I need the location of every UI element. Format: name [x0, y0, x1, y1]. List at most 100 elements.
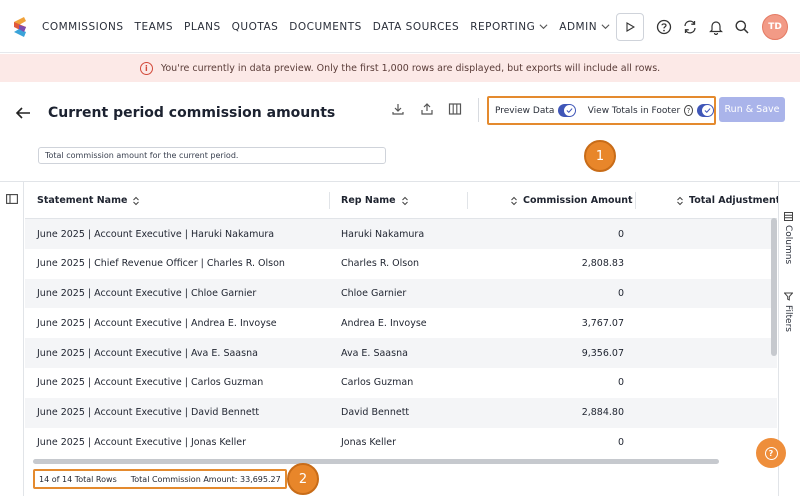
user-avatar[interactable]: TD: [762, 14, 788, 40]
nav-reporting[interactable]: REPORTING: [470, 21, 548, 33]
info-icon: i: [139, 61, 153, 75]
horizontal-scrollbar[interactable]: [33, 459, 719, 464]
data-grid: Statement Name Rep Name Commission Amoun…: [0, 181, 800, 496]
table-footer-totals: 14 of 14 Total Rows Total Commission Amo…: [33, 469, 287, 489]
sort-icon[interactable]: [132, 196, 140, 206]
back-arrow-icon[interactable]: [14, 104, 32, 122]
cell-rep-name: Jonas Keller: [341, 437, 397, 449]
cell-statement-name: June 2025 | Account Executive | David Be…: [37, 407, 260, 419]
app-logo-icon[interactable]: [10, 14, 30, 40]
callout-badge-2: 2: [287, 463, 319, 495]
help-fab-button[interactable]: ?: [756, 438, 786, 468]
column-label: Total Adjustment: [689, 195, 781, 206]
column-label: Statement Name: [37, 195, 128, 206]
column-header-statement-name[interactable]: Statement Name: [37, 182, 145, 219]
sort-icon[interactable]: [510, 196, 518, 206]
toggle-check-icon: [702, 105, 713, 116]
cell-commission-amount: 0: [617, 228, 624, 240]
view-totals-toggle[interactable]: [696, 104, 714, 117]
download-icon[interactable]: [391, 102, 405, 116]
banner-text: You're currently in data preview. Only t…: [160, 62, 661, 74]
table-row[interactable]: June 2025 | Account Executive | Jonas Ke…: [25, 428, 777, 458]
nav-teams[interactable]: TEAMS: [135, 21, 173, 33]
toggle-check-icon: [563, 105, 575, 116]
left-panel-rail: [0, 182, 24, 496]
column-label: Rep Name: [341, 195, 396, 206]
search-icon: [735, 20, 749, 34]
search-button[interactable]: [732, 17, 752, 37]
cell-statement-name: June 2025 | Account Executive | Haruki N…: [37, 228, 275, 240]
cell-commission-amount: 9,356.07: [581, 347, 624, 359]
cell-commission-amount: 0: [617, 377, 624, 389]
cell-rep-name: Chloe Garnier: [341, 288, 407, 300]
table-row[interactable]: June 2025 | Account Executive | Ava E. S…: [25, 338, 777, 368]
cell-commission-amount: 2,884.80: [581, 407, 624, 419]
cell-rep-name: Ava E. Saasna: [341, 347, 408, 359]
cell-commission-amount: 2,808.83: [581, 258, 624, 270]
sort-icon[interactable]: [676, 196, 684, 206]
total-commission-amount: Total Commission Amount: 33,695.27: [130, 474, 281, 484]
table-header: Statement Name Rep Name Commission Amoun…: [25, 182, 780, 219]
cell-rep-name: Andrea E. Invoyse: [341, 317, 427, 329]
columns-tab[interactable]: Columns: [783, 212, 793, 264]
callout-badge-1: 1: [584, 140, 616, 172]
filters-tab-label: Filters: [783, 305, 793, 332]
table-row[interactable]: June 2025 | Account Executive | Haruki N…: [25, 219, 777, 249]
table-row[interactable]: June 2025 | Account Executive | David Be…: [25, 397, 777, 428]
nav-quotas[interactable]: QUOTAS: [232, 21, 279, 33]
column-divider[interactable]: [467, 192, 468, 209]
nav-plans[interactable]: PLANS: [184, 21, 221, 33]
column-divider[interactable]: [329, 192, 330, 209]
help-circle-icon: [656, 19, 672, 35]
cell-statement-name: June 2025 | Account Executive | Carlos G…: [37, 377, 264, 389]
cell-commission-amount: 0: [617, 437, 624, 449]
cell-rep-name: David Bennett: [341, 407, 410, 419]
vertical-scrollbar[interactable]: [771, 218, 777, 356]
toolbar-divider: [478, 98, 479, 122]
nav-commissions[interactable]: COMMISSIONS: [42, 21, 124, 33]
table-row[interactable]: June 2025 | Account Executive | Andrea E…: [25, 308, 777, 338]
row-count: 14 of 14 Total Rows: [39, 474, 117, 484]
run-play-button[interactable]: [616, 13, 644, 41]
columns-tab-label: Columns: [783, 225, 793, 265]
table-row[interactable]: June 2025 | Account Executive | Carlos G…: [25, 368, 777, 398]
run-and-save-button[interactable]: Run & Save: [719, 97, 785, 122]
cell-commission-amount: 0: [617, 288, 624, 300]
columns-layout-icon[interactable]: [448, 102, 462, 116]
nav-admin[interactable]: ADMIN: [559, 21, 610, 33]
nav-documents[interactable]: DOCUMENTS: [289, 21, 362, 33]
top-nav: COMMISSIONS TEAMS PLANS QUOTAS DOCUMENTS…: [0, 0, 800, 53]
table-row[interactable]: June 2025 | Chief Revenue Officer | Char…: [25, 249, 777, 279]
columns-icon: [783, 212, 793, 221]
filters-tab[interactable]: Filters: [783, 292, 793, 332]
cell-statement-name: June 2025 | Chief Revenue Officer | Char…: [37, 258, 285, 270]
preview-data-label: Preview Data: [495, 105, 555, 116]
view-totals-label: View Totals in Footer: [587, 105, 681, 116]
side-panel-icon[interactable]: [6, 194, 18, 204]
chevron-down-icon: [601, 24, 610, 30]
column-divider[interactable]: [635, 192, 636, 209]
column-header-commission-amount[interactable]: Commission Amount: [505, 182, 633, 219]
cell-statement-name: June 2025 | Account Executive | Andrea E…: [37, 317, 277, 329]
refresh-icon: [684, 20, 696, 34]
help-button[interactable]: [654, 17, 674, 37]
share-icon[interactable]: [420, 102, 434, 116]
cell-statement-name: June 2025 | Account Executive | Ava E. S…: [37, 347, 258, 359]
column-header-rep-name[interactable]: Rep Name: [341, 182, 414, 219]
data-preview-banner: i You're currently in data preview. Only…: [0, 54, 800, 82]
table-row[interactable]: June 2025 | Account Executive | Chloe Ga…: [25, 278, 777, 309]
sort-icon[interactable]: [401, 196, 409, 206]
notifications-button[interactable]: [706, 17, 726, 37]
report-description[interactable]: Total commission amount for the current …: [38, 147, 386, 164]
results-table: Statement Name Rep Name Commission Amoun…: [25, 182, 780, 448]
play-icon: [626, 22, 635, 32]
sync-button[interactable]: [680, 17, 700, 37]
help-circle-icon[interactable]: ?: [684, 105, 693, 116]
nav-data-sources[interactable]: DATA SOURCES: [373, 21, 459, 33]
cell-commission-amount: 3,767.07: [581, 317, 624, 329]
preview-data-toggle[interactable]: [558, 104, 576, 117]
column-header-total-adjustment[interactable]: Total Adjustment: [671, 182, 780, 219]
help-circle-icon: ?: [764, 446, 778, 460]
cell-statement-name: June 2025 | Account Executive | Jonas Ke…: [37, 437, 247, 449]
cell-rep-name: Haruki Nakamura: [341, 228, 425, 240]
